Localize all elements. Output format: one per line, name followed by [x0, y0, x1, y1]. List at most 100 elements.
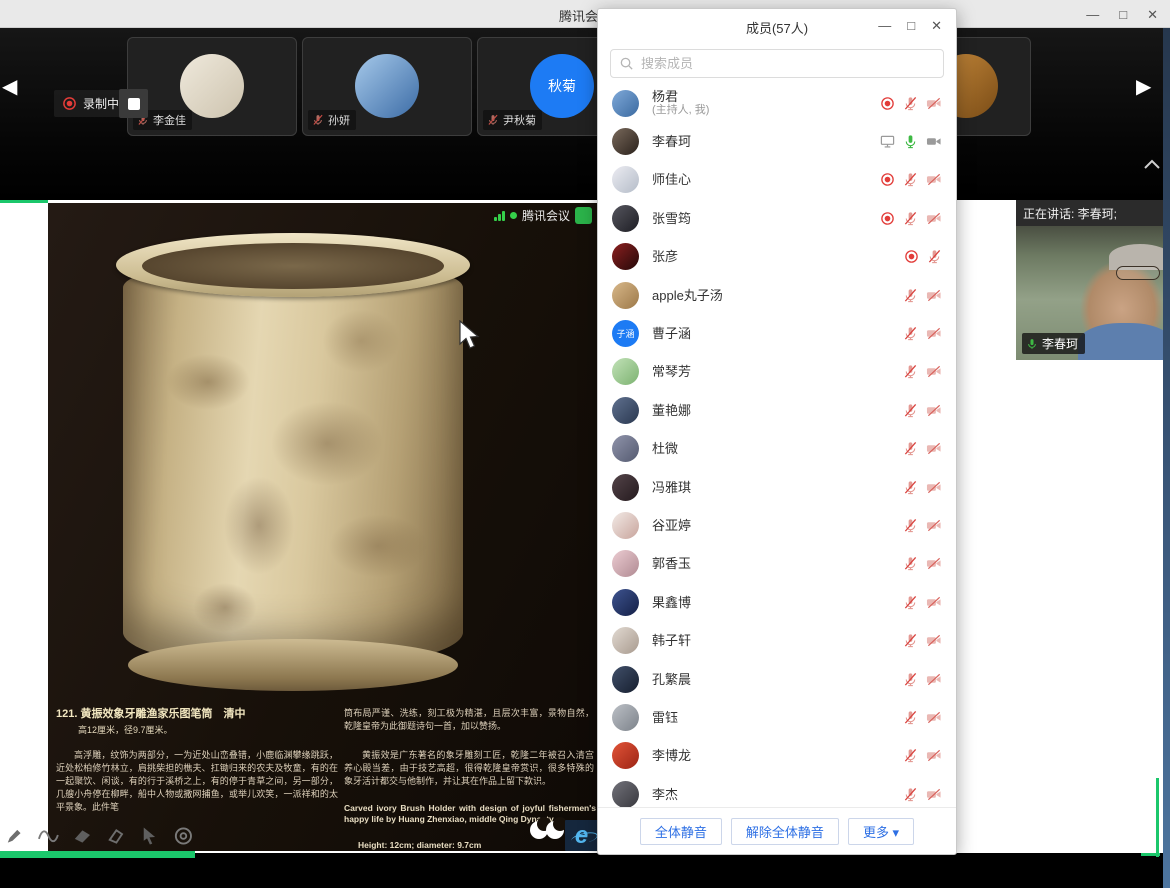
member-row[interactable]: 韩子轩 — [598, 621, 956, 659]
camera-muted-icon[interactable] — [926, 288, 942, 303]
desktop-wallpaper-edge — [1163, 28, 1170, 888]
member-row[interactable]: apple丸子汤 — [598, 276, 956, 314]
member-row[interactable]: 张雪筠 — [598, 199, 956, 237]
collapse-strip-chevron-icon[interactable] — [1143, 158, 1161, 170]
camera-muted-icon[interactable] — [926, 403, 942, 418]
mic-muted-icon[interactable] — [903, 748, 918, 763]
member-row[interactable]: 杜微 — [598, 430, 956, 468]
minimize-icon[interactable]: — — [1086, 8, 1099, 21]
camera-muted-icon[interactable] — [926, 326, 942, 341]
member-name: 董艳娜 — [652, 403, 903, 418]
mic-muted-icon[interactable] — [903, 326, 918, 341]
stop-recording-button[interactable] — [119, 89, 148, 118]
lasso-tool-icon[interactable] — [105, 825, 126, 847]
record-icon — [880, 96, 895, 111]
panel-close-icon[interactable]: ✕ — [931, 19, 942, 32]
member-row[interactable]: 郭香玉 — [598, 545, 956, 583]
camera-muted-icon[interactable] — [926, 787, 942, 802]
camera-muted-icon[interactable] — [926, 172, 942, 187]
recording-dot-icon — [62, 96, 77, 111]
member-search-input[interactable] — [610, 49, 944, 78]
mic-muted-icon[interactable] — [903, 633, 918, 648]
camera-muted-icon[interactable] — [926, 633, 942, 648]
member-status-icons — [903, 710, 942, 725]
signal-strength-icon — [494, 210, 505, 221]
member-row[interactable]: 张彦 — [598, 238, 956, 276]
mic-muted-icon[interactable] — [903, 556, 918, 571]
member-row[interactable]: 常琴芳 — [598, 353, 956, 391]
curve-tool-icon[interactable] — [38, 825, 59, 847]
mic-muted-icon[interactable] — [903, 288, 918, 303]
share-green-chip-icon — [575, 207, 592, 224]
mic-muted-icon — [487, 114, 499, 126]
mic-active-icon[interactable] — [903, 134, 918, 149]
close-icon[interactable]: ✕ — [1147, 8, 1158, 21]
mic-muted-icon[interactable] — [903, 211, 918, 226]
mic-muted-icon[interactable] — [903, 518, 918, 533]
mic-muted-icon[interactable] — [903, 710, 918, 725]
member-row[interactable]: 果鑫博 — [598, 583, 956, 621]
speaker-video-feed[interactable]: 李春珂 — [1016, 226, 1163, 360]
target-tool-icon[interactable] — [173, 825, 194, 847]
member-row[interactable]: 谷亚婷 — [598, 506, 956, 544]
camera-muted-icon[interactable] — [926, 211, 942, 226]
connection-dot-icon — [510, 212, 517, 219]
member-status-icons — [880, 211, 942, 226]
mic-muted-icon[interactable] — [903, 172, 918, 187]
unmute-all-button[interactable]: 解除全体静音 — [731, 818, 839, 845]
video-thumbnail[interactable]: 孙妍 — [302, 37, 472, 136]
search-icon — [619, 56, 634, 71]
camera-muted-icon[interactable] — [926, 480, 942, 495]
mute-all-button[interactable]: 全体静音 — [640, 818, 722, 845]
member-row[interactable]: 师佳心 — [598, 161, 956, 199]
mouse-cursor — [458, 320, 482, 352]
more-button[interactable]: 更多 ▾ — [848, 818, 914, 845]
mic-muted-icon[interactable] — [903, 480, 918, 495]
mic-muted-icon[interactable] — [903, 595, 918, 610]
camera-muted-icon[interactable] — [926, 748, 942, 763]
mic-muted-icon[interactable] — [903, 672, 918, 687]
eraser-tool-icon[interactable] — [72, 825, 93, 847]
member-row[interactable]: 李杰 — [598, 775, 956, 807]
mic-muted-icon[interactable] — [903, 96, 918, 111]
member-status-icons — [903, 364, 942, 379]
thumbnail-name-tag: 孙妍 — [308, 110, 356, 130]
camera-muted-icon[interactable] — [926, 518, 942, 533]
member-row[interactable]: 孔繁晨 — [598, 660, 956, 698]
member-row[interactable]: 董艳娜 — [598, 391, 956, 429]
camera-icon[interactable] — [926, 134, 942, 149]
camera-muted-icon[interactable] — [926, 441, 942, 456]
member-name: 张彦 — [652, 249, 904, 264]
bottom-black-strip — [0, 858, 1163, 888]
camera-muted-icon[interactable] — [926, 672, 942, 687]
member-row[interactable]: 子涵曹子涵 — [598, 314, 956, 352]
internet-explorer-icon[interactable]: e — [565, 820, 598, 851]
camera-muted-icon[interactable] — [926, 364, 942, 379]
member-row[interactable]: 李春珂 — [598, 122, 956, 160]
shared-screen-area: 腾讯会议 121. 黄振效象牙雕渔家乐图笔筒 清中 高12厘米，径9.7厘米。 … — [0, 200, 1163, 853]
mic-muted-icon[interactable] — [903, 787, 918, 802]
pen-tool-icon[interactable] — [4, 825, 25, 847]
member-row[interactable]: 雷钰 — [598, 698, 956, 736]
member-row[interactable]: 李博龙 — [598, 737, 956, 775]
camera-muted-icon[interactable] — [926, 96, 942, 111]
mic-muted-icon[interactable] — [927, 249, 942, 264]
panel-maximize-icon[interactable]: □ — [907, 19, 915, 32]
video-thumbnail[interactable]: 李金佳 — [127, 37, 297, 136]
screen-share-icon — [880, 134, 895, 149]
strip-scroll-right-icon[interactable]: ▶ — [1136, 77, 1151, 97]
camera-muted-icon[interactable] — [926, 556, 942, 571]
strip-scroll-left-icon[interactable]: ◀ — [2, 77, 17, 97]
camera-muted-icon[interactable] — [926, 710, 942, 725]
mic-muted-icon[interactable] — [903, 364, 918, 379]
member-row[interactable]: 杨君(主持人, 我) — [598, 84, 956, 122]
member-row[interactable]: 冯雅琪 — [598, 468, 956, 506]
mic-muted-icon[interactable] — [903, 441, 918, 456]
mic-muted-icon[interactable] — [903, 403, 918, 418]
speaking-now-banner: 正在讲话: 李春珂; — [1016, 200, 1163, 226]
select-cursor-tool-icon[interactable] — [139, 825, 160, 847]
camera-muted-icon[interactable] — [926, 595, 942, 610]
maximize-icon[interactable]: □ — [1119, 8, 1127, 21]
panel-minimize-icon[interactable]: — — [878, 19, 891, 32]
share-status-overlay: 腾讯会议 — [490, 205, 596, 226]
